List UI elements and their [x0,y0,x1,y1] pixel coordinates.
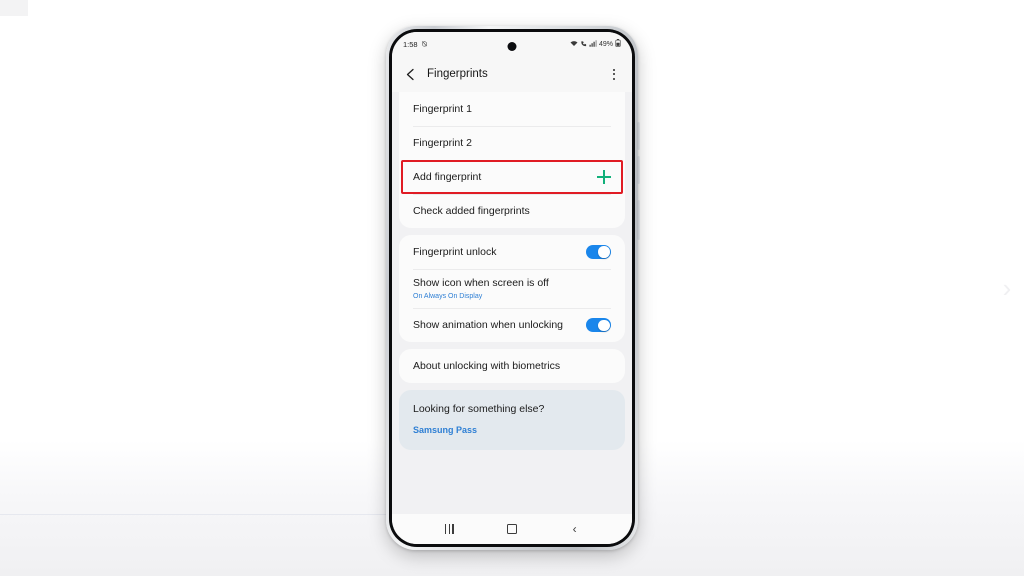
row-text: Add fingerprint [413,170,481,184]
about-group-card: About unlocking with biometrics [399,349,625,384]
battery-icon [615,39,621,49]
promo-card: Looking for something else? Samsung Pass [399,390,625,451]
toggle-knob [598,246,610,258]
row-text: Show icon when screen is off On Always O… [413,276,549,301]
power-button[interactable] [637,200,640,240]
back-button[interactable]: ‹ [562,516,588,542]
toggle-knob [598,319,610,331]
volume-down-button[interactable] [637,156,640,184]
list-item-add-fingerprint[interactable]: Add fingerprint [399,160,625,194]
row-text: Check added fingerprints [413,204,530,218]
list-item-label: Show animation when unlocking [413,319,564,332]
back-arrow-icon[interactable] [402,66,418,82]
promo-title: Looking for something else? [413,403,545,416]
row-text: Show animation when unlocking [413,318,563,332]
status-bar: 1:58 49% [392,32,632,56]
back-chevron-icon: ‹ [572,522,577,536]
front-camera-punch-hole [507,42,517,51]
android-navigation-bar: ‹ [392,514,632,544]
more-options-icon[interactable] [606,64,622,84]
volume-up-button[interactable] [637,122,640,150]
list-item-about-biometrics[interactable]: About unlocking with biometrics [399,349,625,383]
phone-screen: 1:58 49% Fingerprints Fingerprint 1 Fing… [392,32,632,544]
corner-swatch [0,0,28,16]
page-title: Fingerprints [427,68,488,80]
list-item-label: Fingerprint 2 [413,136,472,149]
toggle-fingerprint-unlock[interactable] [586,245,611,259]
phone-device-frame: 1:58 49% Fingerprints Fingerprint 1 Fing… [386,26,640,550]
samsung-pass-link[interactable]: Samsung Pass [413,425,611,435]
status-bar-time: 1:58 [403,39,418,49]
background-hairline [0,514,400,515]
fingerprints-group-card: Fingerprint 1 Fingerprint 2 Add fingerpr… [399,92,625,228]
toggle-show-animation[interactable] [586,318,611,333]
list-item-label: Fingerprint unlock [413,245,497,258]
home-button[interactable] [499,516,525,542]
row-trailing [586,245,611,259]
list-item-fingerprint-unlock[interactable]: Fingerprint unlock [399,235,625,269]
phone-bezel: 1:58 49% Fingerprints Fingerprint 1 Fing… [389,29,635,547]
row-trailing [586,318,611,333]
settings-scroll-content[interactable]: Fingerprint 1 Fingerprint 2 Add fingerpr… [392,92,632,514]
row-trailing [597,170,611,184]
list-item-fingerprint-1[interactable]: Fingerprint 1 [399,92,625,126]
cellular-signal-icon [589,39,597,49]
list-item-label: Show icon when screen is off [413,277,549,289]
wifi-icon [570,40,578,49]
list-item-label: Add fingerprint [413,170,482,183]
list-item-sublabel: On Always On Display [413,293,483,301]
status-bar-left: 1:58 [403,40,428,49]
list-item-label: About unlocking with biometrics [413,360,561,373]
plus-icon[interactable] [597,170,611,184]
app-bar: Fingerprints [392,56,632,92]
recents-button[interactable] [436,516,462,542]
chevron-right-icon[interactable]: › [994,272,1020,304]
list-item-fingerprint-2[interactable]: Fingerprint 2 [399,126,625,160]
status-bar-right: 49% [570,39,621,49]
battery-percent-label: 49% [598,40,613,48]
list-item-check-added-fingerprints[interactable]: Check added fingerprints [399,194,625,228]
row-text: Fingerprint unlock [413,245,496,259]
list-item-label: Fingerprint 1 [413,102,472,115]
row-text: Fingerprint 2 [413,136,472,150]
row-text: Fingerprint 1 [413,102,472,116]
row-text: About unlocking with biometrics [413,359,560,373]
settings-group-card: Fingerprint unlock Show icon when screen… [399,235,625,343]
list-item-show-animation-unlocking[interactable]: Show animation when unlocking [399,308,625,342]
call-status-icon [580,40,587,49]
list-item-label: Check added fingerprints [413,204,530,217]
alarm-off-icon [421,40,428,49]
home-square-icon [506,524,517,534]
list-item-show-icon-screen-off[interactable]: Show icon when screen is off On Always O… [399,269,625,308]
